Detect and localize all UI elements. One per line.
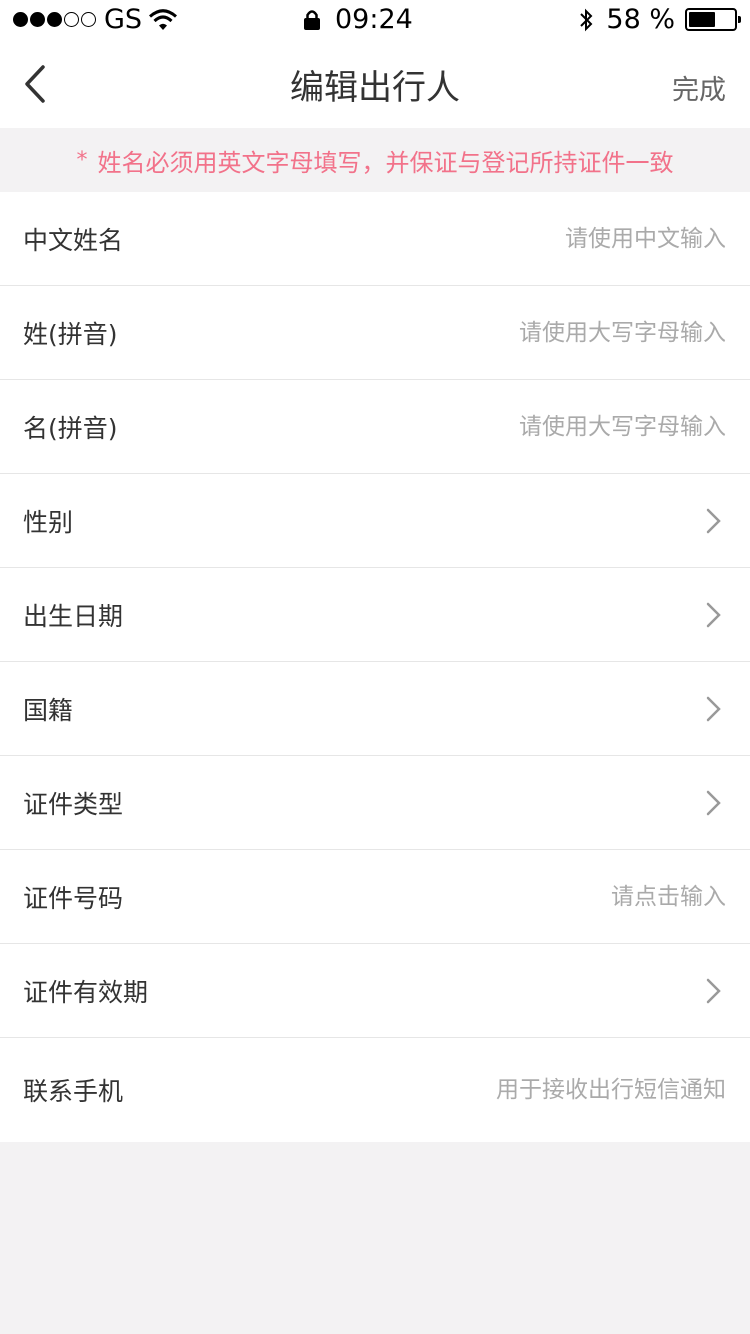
field-label: 性别 [23,507,74,537]
field-label: 名(拼音) [23,413,118,443]
id-validity-selector[interactable]: 证件有效期 [0,944,750,1038]
status-right: 58 % [578,4,741,35]
signal-carrier: GS [13,4,178,35]
done-button[interactable]: 完成 [672,68,726,107]
battery-percent: 58 % [606,4,675,35]
field-id-number: 证件号码 [0,850,750,944]
field-given-name: 名(拼音) [0,380,750,474]
phone-input[interactable] [326,1077,726,1103]
field-phone: 联系手机 [0,1038,750,1142]
given-name-input[interactable] [326,413,726,440]
chevron-right-icon [706,696,721,721]
signal-dot [64,12,79,27]
wifi-icon [149,8,178,30]
status-bar: GS 09:24 58 % [0,0,750,40]
field-label: 姓(拼音) [23,319,118,349]
carrier-name: GS [104,4,143,35]
birth-date-selector[interactable]: 出生日期 [0,568,750,662]
field-label: 联系手机 [23,1077,124,1106]
chevron-right-icon [706,978,721,1003]
chevron-right-icon [706,602,721,627]
notice-text: 姓名必须用英文字母填写，并保证与登记所持证件一致 [97,148,674,177]
chevron-right-icon [706,790,721,815]
bluetooth-icon [580,8,593,31]
battery-fill [689,12,715,27]
status-center: 09:24 [303,4,413,35]
clock-time: 09:24 [335,4,413,35]
signal-dot [30,12,45,27]
id-type-selector[interactable]: 证件类型 [0,756,750,850]
nationality-selector[interactable]: 国籍 [0,662,750,756]
signal-dot [81,12,96,27]
name-rule-notice: * 姓名必须用英文字母填写，并保证与登记所持证件一致 [0,128,750,192]
field-label: 出生日期 [23,601,124,631]
field-label: 中文姓名 [23,225,124,255]
chevron-right-icon [706,508,721,533]
lock-icon [304,9,320,30]
gender-selector[interactable]: 性别 [0,474,750,568]
required-asterisk: * [76,147,88,173]
field-label: 证件有效期 [23,977,149,1007]
field-chinese-name: 中文姓名 [0,192,750,286]
signal-dot [13,12,28,27]
chinese-name-input[interactable] [326,225,726,252]
field-label: 证件号码 [23,883,124,913]
id-number-input[interactable] [326,883,726,910]
surname-input[interactable] [326,319,726,346]
traveler-form: 中文姓名 姓(拼音) 名(拼音) 性别 出生日期 国籍 证件类型 证件号码 证件… [0,192,750,1142]
field-surname: 姓(拼音) [0,286,750,380]
signal-dot [47,12,62,27]
field-label: 证件类型 [23,789,124,819]
field-label: 国籍 [23,695,74,725]
page-title: 编辑出行人 [290,68,460,108]
nav-bar: 编辑出行人 完成 [0,40,750,128]
battery-icon [685,8,741,31]
